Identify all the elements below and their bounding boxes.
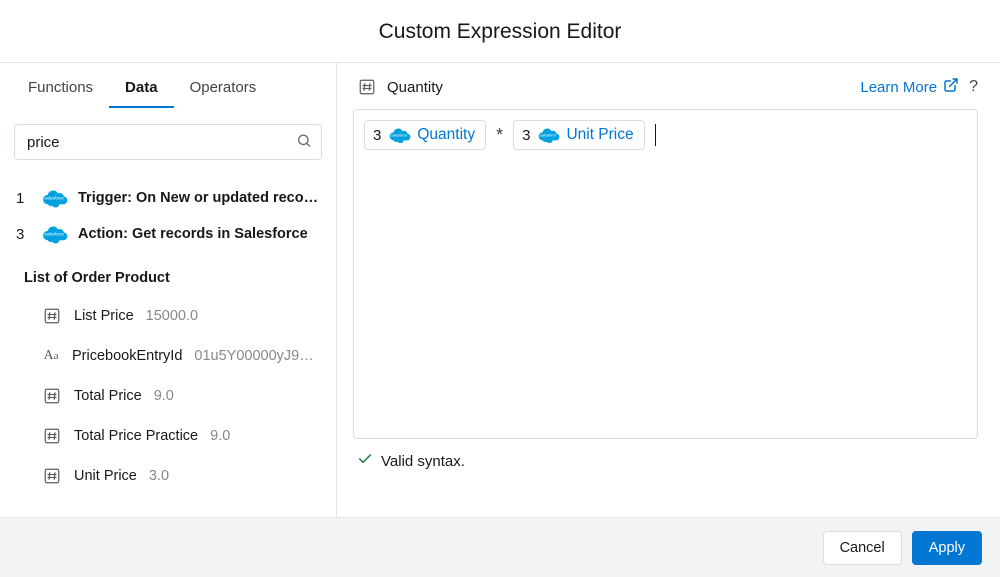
apply-button[interactable]: Apply bbox=[912, 531, 982, 565]
tab-operators[interactable]: Operators bbox=[174, 71, 273, 108]
data-pill[interactable]: 3 salesforce Quantity bbox=[364, 120, 486, 150]
svg-text:salesforce: salesforce bbox=[391, 133, 408, 137]
validation-text: Valid syntax. bbox=[381, 453, 465, 470]
check-icon bbox=[357, 451, 373, 471]
field-name: PricebookEntryId bbox=[72, 349, 182, 364]
step-number: 3 bbox=[16, 226, 30, 243]
text-type-icon: Aa bbox=[42, 346, 60, 366]
sidebar-tabs: Functions Data Operators bbox=[0, 71, 336, 110]
fields-list: List Price 15000.0 Aa PricebookEntryId 0… bbox=[0, 292, 336, 500]
field-value: 01u5Y00000yJ9bd... bbox=[194, 349, 314, 364]
modal-header: Custom Expression Editor bbox=[0, 0, 1000, 63]
field-name: Unit Price bbox=[74, 469, 137, 484]
pill-step-number: 3 bbox=[373, 127, 381, 144]
cancel-button[interactable]: Cancel bbox=[823, 531, 902, 565]
editor-panel: Quantity Learn More ? bbox=[337, 63, 1000, 517]
field-value: 15000.0 bbox=[146, 309, 198, 324]
field-row[interactable]: Unit Price 3.0 bbox=[8, 456, 328, 496]
expression-editor-modal: Custom Expression Editor Functions Data … bbox=[0, 0, 1000, 577]
steps-list: 1 salesforce Trigger: On New or updated … bbox=[0, 170, 336, 258]
text-cursor bbox=[655, 124, 656, 146]
step-label: Trigger: On New or updated record ... bbox=[78, 190, 320, 206]
editor-field-name: Quantity bbox=[387, 79, 443, 96]
expression-editor[interactable]: 3 salesforce Quantity * 3 salesforce Uni… bbox=[353, 109, 978, 439]
data-pill[interactable]: 3 salesforce Unit Price bbox=[513, 120, 645, 150]
page-title: Custom Expression Editor bbox=[0, 20, 1000, 44]
operator-token: * bbox=[494, 120, 505, 150]
field-value: 3.0 bbox=[149, 469, 169, 484]
search-input[interactable] bbox=[14, 124, 322, 160]
pill-label: Unit Price bbox=[566, 126, 633, 144]
step-number: 1 bbox=[16, 190, 30, 207]
number-type-icon bbox=[357, 77, 377, 97]
field-name: Total Price bbox=[74, 389, 142, 404]
sidebar: Functions Data Operators 1 bbox=[0, 63, 337, 517]
field-row[interactable]: Aa PricebookEntryId 01u5Y00000yJ9bd... bbox=[8, 336, 328, 376]
salesforce-icon: salesforce bbox=[40, 224, 68, 244]
field-value: 9.0 bbox=[210, 429, 230, 444]
learn-more-link[interactable]: Learn More bbox=[860, 77, 959, 97]
external-link-icon bbox=[943, 77, 959, 97]
field-row[interactable]: Total Price 9.0 bbox=[8, 376, 328, 416]
salesforce-icon: salesforce bbox=[387, 127, 411, 143]
field-name: Total Price Practice bbox=[74, 429, 198, 444]
salesforce-icon: salesforce bbox=[40, 188, 68, 208]
section-title: List of Order Product bbox=[0, 258, 336, 292]
tab-functions[interactable]: Functions bbox=[12, 71, 109, 108]
validation-status: Valid syntax. bbox=[353, 439, 978, 471]
svg-text:salesforce: salesforce bbox=[44, 232, 64, 237]
number-type-icon bbox=[42, 306, 62, 326]
step-row[interactable]: 3 salesforce Action: Get records in Sale… bbox=[10, 216, 326, 252]
step-row[interactable]: 1 salesforce Trigger: On New or updated … bbox=[10, 180, 326, 216]
search-icon bbox=[296, 133, 312, 152]
salesforce-icon: salesforce bbox=[536, 127, 560, 143]
modal-footer: Cancel Apply bbox=[0, 517, 1000, 577]
help-icon[interactable]: ? bbox=[969, 78, 978, 96]
number-type-icon bbox=[42, 466, 62, 486]
search-box bbox=[14, 124, 322, 160]
field-name: List Price bbox=[74, 309, 134, 324]
field-row[interactable]: List Price 15000.0 bbox=[8, 296, 328, 336]
field-value: 9.0 bbox=[154, 389, 174, 404]
step-label: Action: Get records in Salesforce bbox=[78, 226, 320, 242]
svg-text:salesforce: salesforce bbox=[540, 133, 557, 137]
modal-body: Functions Data Operators 1 bbox=[0, 63, 1000, 517]
tab-data[interactable]: Data bbox=[109, 71, 174, 108]
editor-header: Quantity Learn More ? bbox=[353, 77, 978, 109]
field-row[interactable]: Total Price Practice 9.0 bbox=[8, 416, 328, 456]
pill-label: Quantity bbox=[417, 126, 475, 144]
number-type-icon bbox=[42, 426, 62, 446]
learn-more-label: Learn More bbox=[860, 79, 937, 96]
pill-step-number: 3 bbox=[522, 127, 530, 144]
svg-text:salesforce: salesforce bbox=[44, 196, 64, 201]
number-type-icon bbox=[42, 386, 62, 406]
